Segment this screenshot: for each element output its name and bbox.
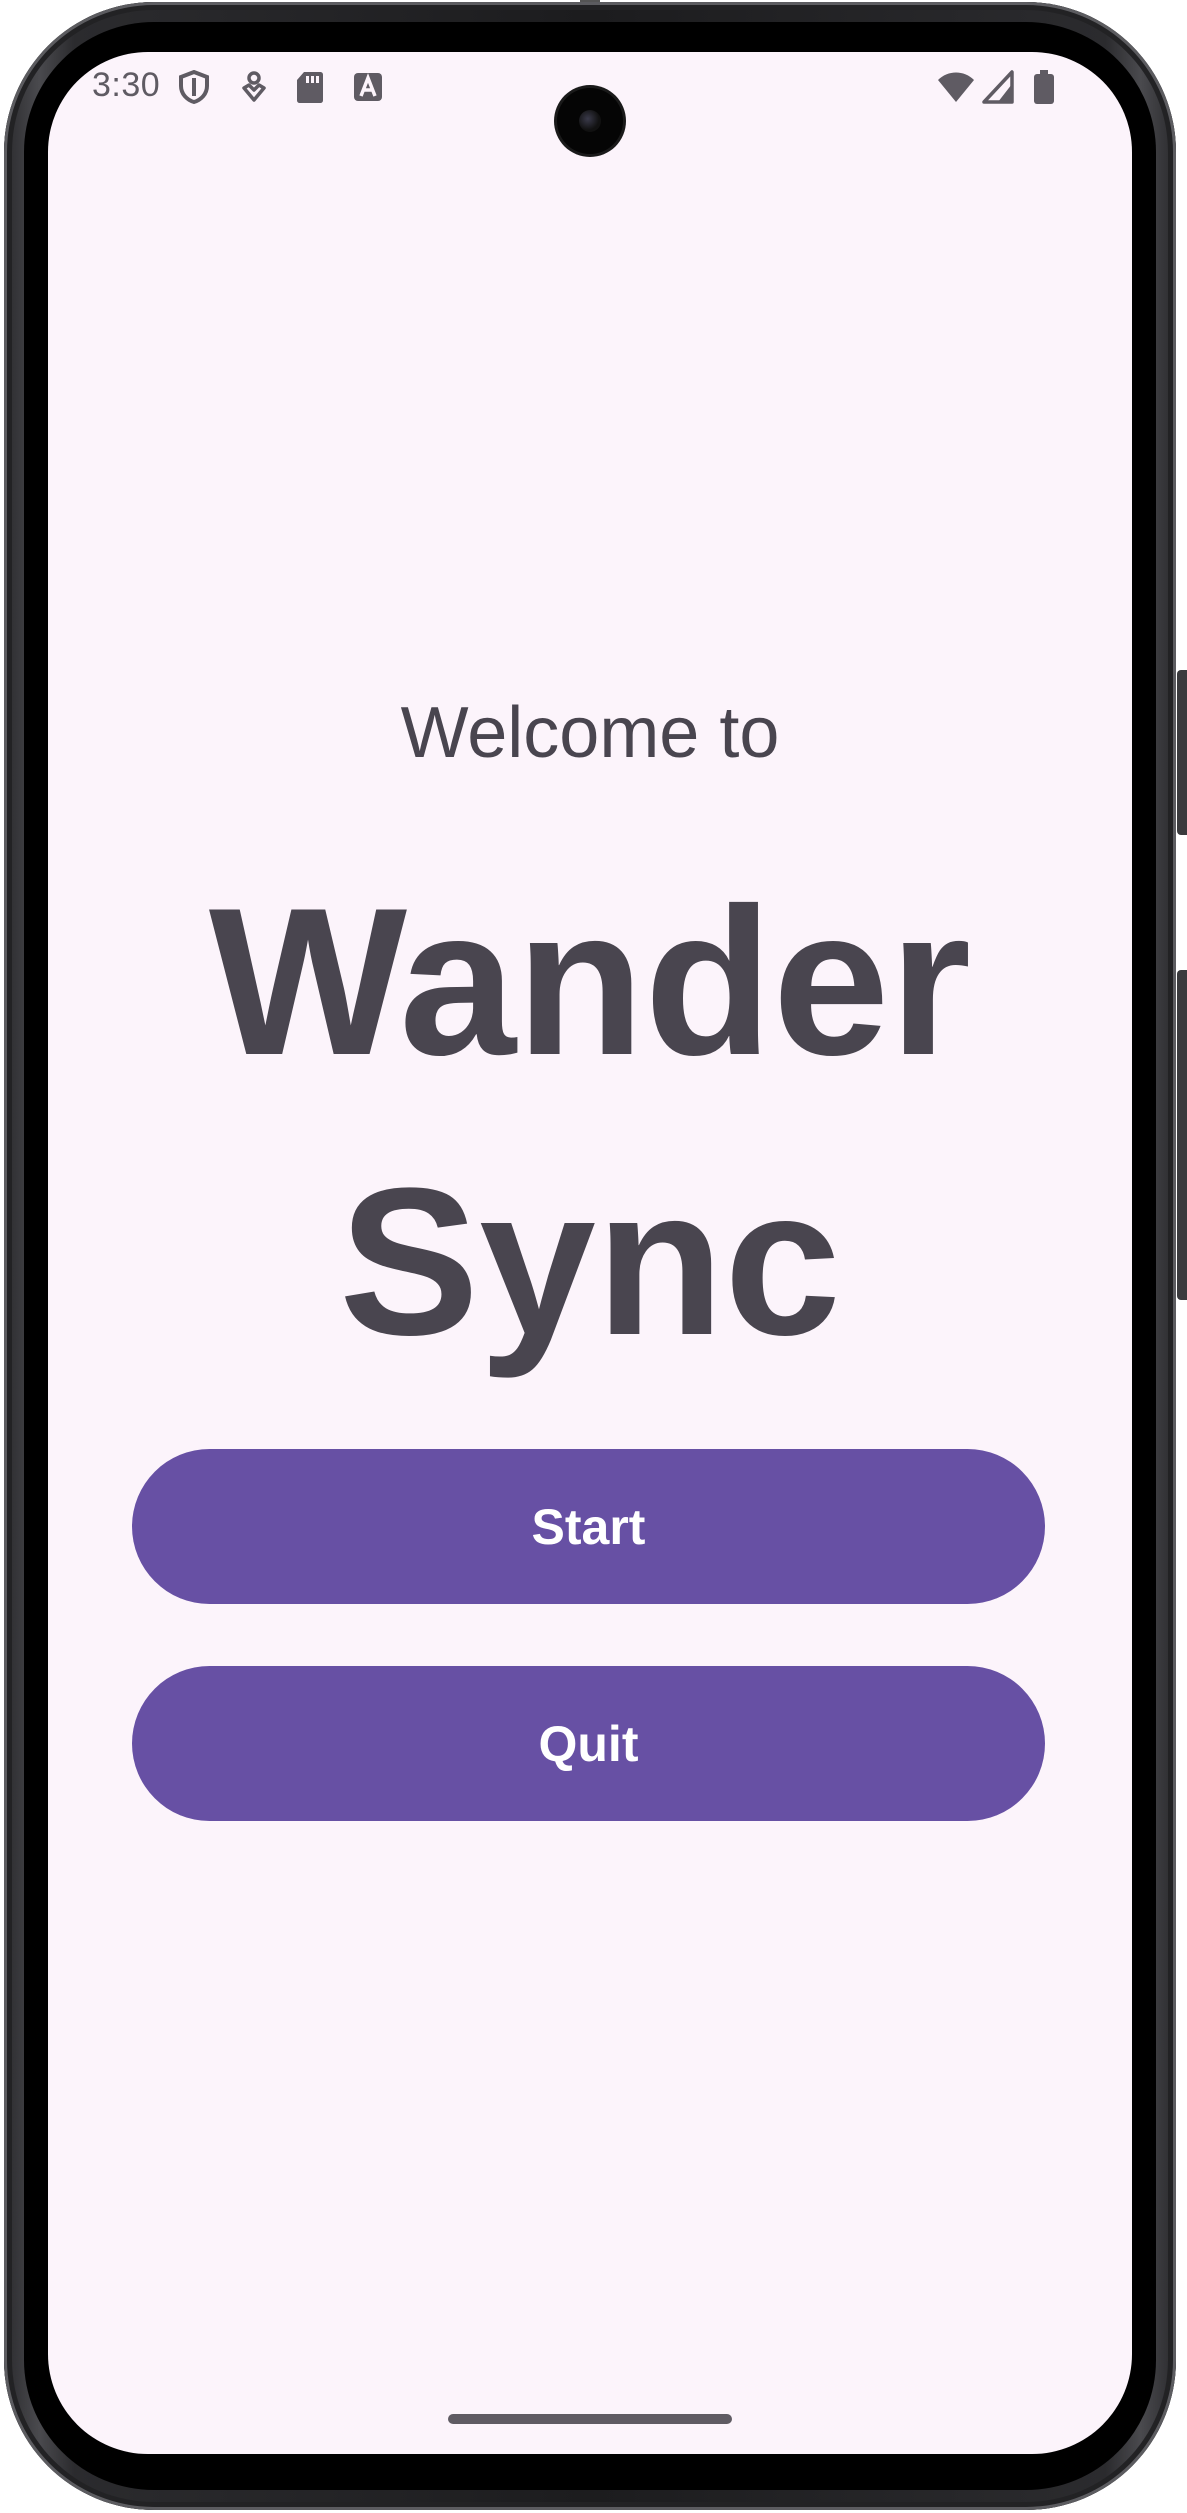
cellular-signal-icon [982,70,1014,104]
text-a-icon [352,70,384,104]
app-title-line-1: Wander [208,864,972,1099]
sd-card-icon [294,70,326,104]
status-time: 3:30 [92,66,161,104]
app-screen: 3:30 Welcome to Wander Sync Start Quit [48,52,1132,2454]
power-button [1177,670,1187,835]
welcome-text: Welcome to [400,693,780,773]
shield-icon [178,69,210,105]
app-title-line-2: Sync [339,1144,841,1379]
app-title: Wander Sync [48,842,1132,1402]
phone-device: 3:30 Welcome to Wander Sync Start Quit [0,0,1187,2513]
front-camera [557,88,623,154]
wifi-icon [936,70,976,104]
home-indicator[interactable] [448,2414,732,2424]
location-heart-icon [238,70,270,104]
volume-button [1177,970,1187,1300]
battery-icon [1032,70,1056,104]
start-button[interactable]: Start [132,1449,1045,1604]
quit-button[interactable]: Quit [132,1666,1045,1821]
